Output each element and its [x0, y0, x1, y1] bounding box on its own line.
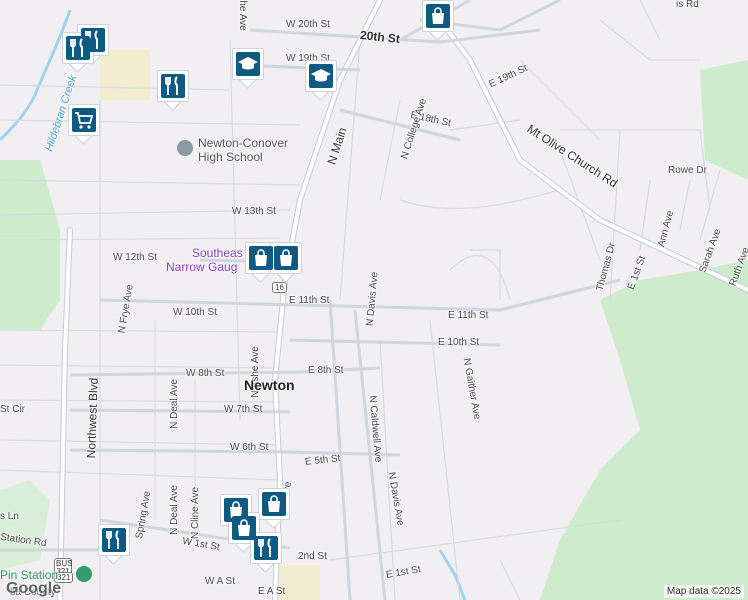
graduation-cap-icon: [236, 52, 260, 76]
street-label-davis-rd: is Rd: [676, 0, 699, 10]
route-16-shield: 16: [272, 282, 287, 293]
street-label-rowe: Rowe Dr: [668, 165, 707, 176]
street-label-w7th: W 7th St: [224, 404, 263, 415]
school-place-icon: [177, 140, 193, 156]
restaurant-icon: [254, 536, 278, 560]
stream-east: [438, 549, 467, 600]
street-label-2nd: 2nd St: [298, 551, 327, 562]
city-label-newton[interactable]: Newton: [244, 378, 295, 392]
google-logo: Google: [6, 580, 62, 597]
park-west: [0, 160, 60, 330]
street-label-w6th: W 6th St: [230, 442, 269, 453]
map-marker-restaurant[interactable]: [98, 524, 130, 565]
sand-area-2: [280, 565, 320, 600]
street-label-ln: s Ln: [0, 511, 19, 522]
street-label-n-cline: N Cline Ave: [190, 486, 202, 540]
street-label-w10th: W 10th St: [173, 307, 217, 318]
map-marker-restaurant[interactable]: [62, 32, 94, 73]
street-label-w8th: W 8th St: [186, 368, 225, 379]
map-marker-graduation-cap[interactable]: [305, 60, 337, 101]
school-label-line2[interactable]: High School: [198, 151, 263, 163]
street-label-ea: E A St: [258, 586, 286, 597]
map-marker-shopping-cart[interactable]: [68, 104, 100, 145]
park-east-top: [700, 60, 748, 180]
graduation-cap-icon: [309, 64, 333, 88]
shopping-bag-icon: [232, 516, 256, 540]
street-label-n-deal: N Deal Ave: [168, 379, 180, 429]
street-label-wa: W A St: [205, 576, 236, 587]
street-label-w20th: W 20th St: [286, 19, 330, 30]
map-canvas[interactable]: 16 BUS 321 321 W 20th St 20th St E 19th …: [0, 0, 748, 600]
shopping-cart-icon: [72, 108, 96, 132]
street-label-e8th: E 8th St: [308, 365, 344, 376]
shopping-bag-icon: [262, 492, 286, 516]
street-label-n-ashe-top: N Ashe Ave: [236, 0, 248, 31]
map-marker-graduation-cap[interactable]: [232, 48, 264, 89]
street-label-e11th-east: E 11th St: [448, 310, 489, 321]
southeast-label-line1[interactable]: Southeas: [192, 247, 243, 259]
street-label-northwest: Northwest Blvd: [83, 377, 101, 459]
park-place-icon: [76, 566, 92, 582]
southeast-label-line2[interactable]: Narrow Gaug: [166, 261, 237, 273]
park-east: [540, 260, 748, 600]
map-marker-restaurant[interactable]: [250, 532, 282, 573]
restaurant-icon: [66, 36, 90, 60]
street-label-e11th: E 11th St: [289, 295, 330, 306]
shopping-bag-icon: [274, 246, 298, 270]
park-southwest: [0, 480, 50, 570]
map-marker-shopping-bag[interactable]: [270, 242, 302, 283]
shopping-bag-icon: [249, 246, 273, 270]
street-label-w13th: W 13th St: [232, 206, 276, 217]
restaurant-icon: [102, 528, 126, 552]
map-attribution[interactable]: Map data ©2025: [663, 585, 744, 598]
street-label-n-deal-south: N Deal Ave: [168, 485, 180, 535]
street-label-st-cir: St Cir: [0, 404, 25, 415]
restaurant-icon: [161, 74, 185, 98]
street-label-e10th: E 10th St: [438, 337, 480, 348]
shopping-bag-icon: [426, 4, 450, 28]
street-label-w12th: W 12th St: [113, 252, 157, 263]
map-marker-shopping-bag[interactable]: [422, 0, 454, 41]
school-label-line1[interactable]: Newton-Conover: [198, 137, 288, 149]
map-marker-shopping-bag[interactable]: [258, 488, 290, 529]
map-marker-restaurant[interactable]: [157, 70, 189, 111]
